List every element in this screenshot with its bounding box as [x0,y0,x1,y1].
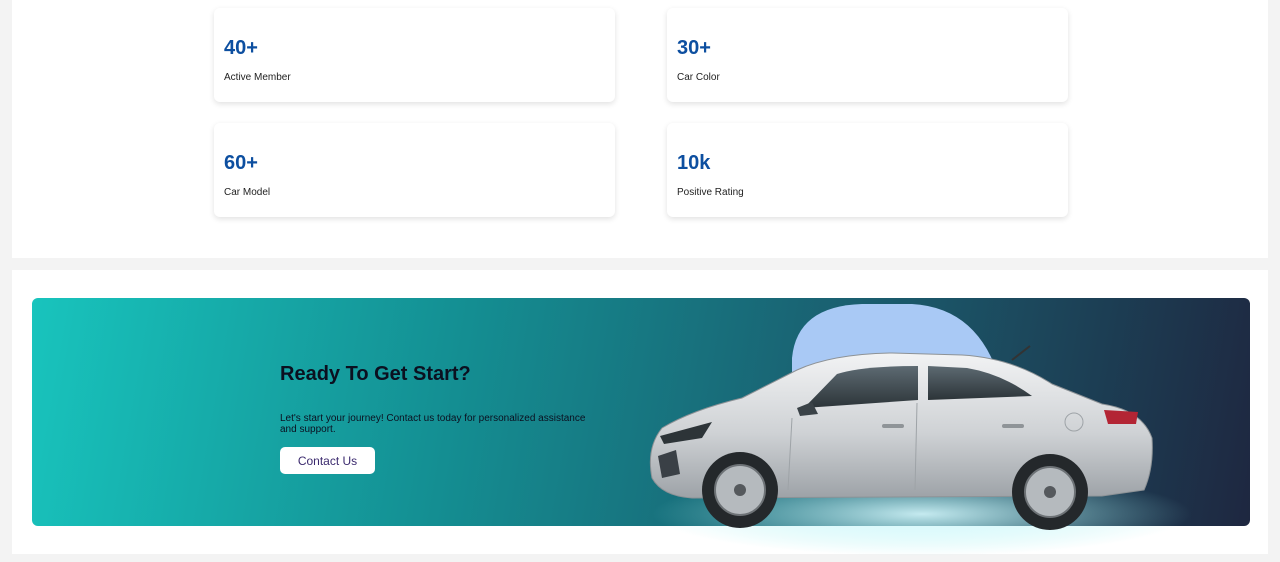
stat-label: Active Member [224,72,291,83]
stat-label: Car Model [224,187,271,198]
cta-title: Ready To Get Start? [280,363,471,385]
stat-value: 30+ [677,37,711,59]
cta-banner: Ready To Get Start? Let's start your jou… [32,298,1250,556]
cta-section: Ready To Get Start? Let's start your jou… [12,270,1268,556]
contact-us-button[interactable]: Contact Us [280,447,375,474]
stat-card-active-member: 40+ Active Member [214,8,615,102]
stat-value: 60+ [224,152,258,174]
stat-card-car-color: 30+ Car Color [667,8,1068,102]
stat-value: 10k [677,152,711,174]
stat-value: 40+ [224,37,258,59]
stat-label: Positive Rating [677,187,744,198]
stat-label: Car Color [677,72,720,83]
cta-text: Let's start your journey! Contact us tod… [280,413,586,435]
car-image [649,304,1192,556]
stat-card-positive-rating: 10k Positive Rating [667,123,1068,217]
stat-card-car-model: 60+ Car Model [214,123,615,217]
stats-section: 40+ Active Member 30+ Car Color 60+ Car … [12,0,1268,258]
